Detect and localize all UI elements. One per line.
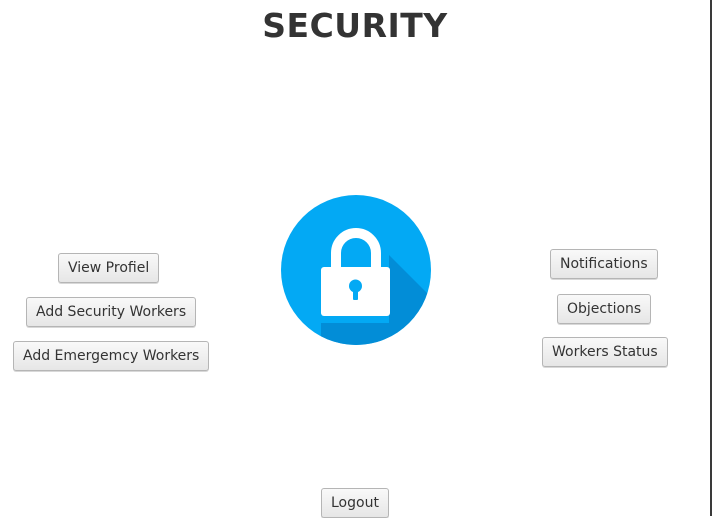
notifications-button[interactable]: Notifications <box>550 249 658 279</box>
objections-button[interactable]: Objections <box>557 294 652 324</box>
view-profile-button[interactable]: View Profiel <box>58 253 160 283</box>
lock-icon <box>281 195 431 345</box>
logout-button[interactable]: Logout <box>321 488 389 518</box>
workers-status-button[interactable]: Workers Status <box>542 337 668 367</box>
add-emergency-workers-button[interactable]: Add Emergemcy Workers <box>13 341 210 371</box>
add-security-workers-button[interactable]: Add Security Workers <box>26 297 197 327</box>
page-title: SECURITY <box>262 6 448 45</box>
